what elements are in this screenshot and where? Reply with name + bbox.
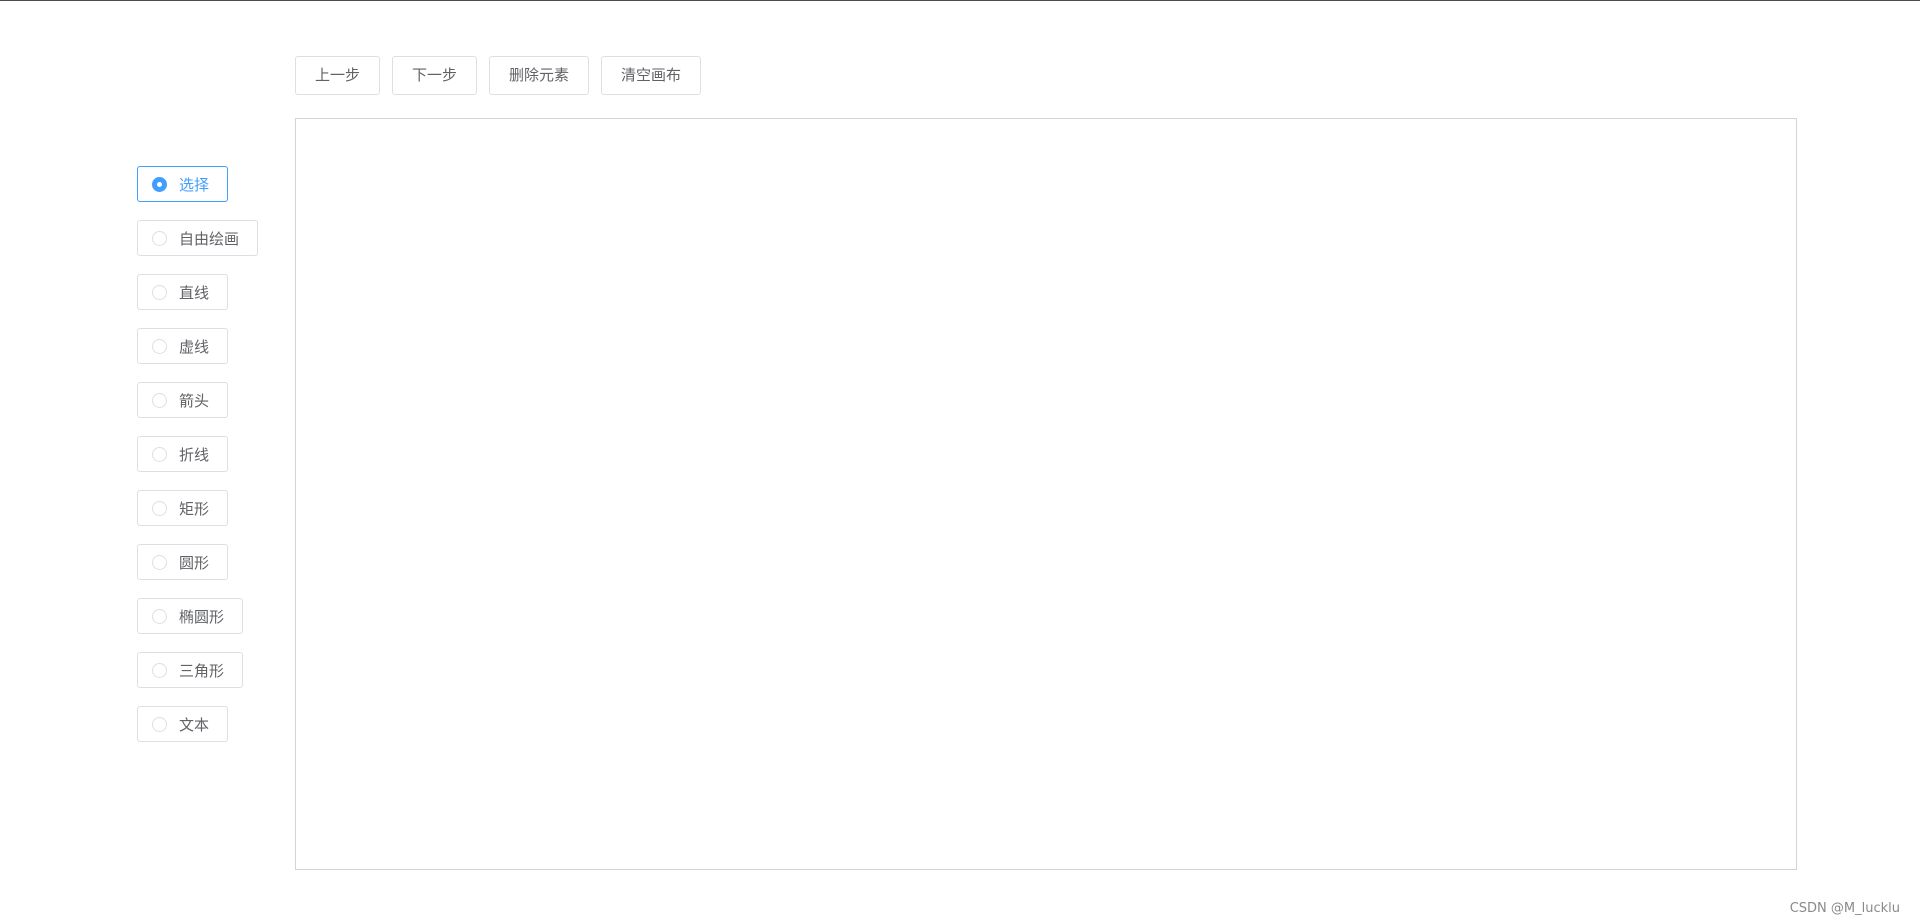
tool-circle-radio[interactable]: 圆形 xyxy=(137,544,229,580)
radio-label: 矩形 xyxy=(179,499,210,518)
radio-label: 选择 xyxy=(179,175,210,194)
toolbar: 上一步 下一步 删除元素 清空画布 xyxy=(295,56,702,95)
drawing-canvas[interactable] xyxy=(295,118,1797,870)
tool-freehand-radio[interactable]: 自由绘画 xyxy=(137,220,259,256)
tool-arrow-radio[interactable]: 箭头 xyxy=(137,382,229,418)
tool-select-radio[interactable]: 选择 xyxy=(137,166,229,202)
top-border-line xyxy=(0,0,1920,1)
tool-triangle-radio[interactable]: 三角形 xyxy=(137,652,244,688)
radio-unchecked-icon xyxy=(152,338,167,354)
radio-unchecked-icon xyxy=(152,716,167,732)
radio-unchecked-icon xyxy=(152,446,167,462)
radio-checked-icon xyxy=(152,176,167,192)
radio-label: 箭头 xyxy=(179,391,210,410)
radio-label: 直线 xyxy=(179,283,210,302)
radio-label: 折线 xyxy=(179,445,210,464)
radio-label: 虚线 xyxy=(179,337,210,356)
tool-polyline-radio[interactable]: 折线 xyxy=(137,436,229,472)
clear-canvas-button[interactable]: 清空画布 xyxy=(601,56,702,95)
tool-radio-group: 选择 自由绘画 直线 虚线 箭头 折线 矩形 圆形 椭圆形 三角形 文本 xyxy=(137,166,259,742)
radio-unchecked-icon xyxy=(152,608,167,624)
radio-label: 椭圆形 xyxy=(179,607,225,626)
radio-label: 圆形 xyxy=(179,553,210,572)
radio-unchecked-icon xyxy=(152,500,167,516)
watermark: CSDN @M_lucklu xyxy=(1789,901,1900,916)
tool-line-radio[interactable]: 直线 xyxy=(137,274,229,310)
radio-label: 自由绘画 xyxy=(179,229,240,248)
radio-unchecked-icon xyxy=(152,284,167,300)
radio-unchecked-icon xyxy=(152,554,167,570)
radio-unchecked-icon xyxy=(152,230,167,246)
radio-label: 文本 xyxy=(179,715,210,734)
tool-rectangle-radio[interactable]: 矩形 xyxy=(137,490,229,526)
radio-label: 三角形 xyxy=(179,661,225,680)
radio-unchecked-icon xyxy=(152,392,167,408)
undo-button[interactable]: 上一步 xyxy=(295,56,381,95)
delete-element-button[interactable]: 删除元素 xyxy=(489,56,590,95)
redo-button[interactable]: 下一步 xyxy=(392,56,478,95)
tool-ellipse-radio[interactable]: 椭圆形 xyxy=(137,598,244,634)
radio-unchecked-icon xyxy=(152,662,167,678)
tool-text-radio[interactable]: 文本 xyxy=(137,706,229,742)
tool-dashed-line-radio[interactable]: 虚线 xyxy=(137,328,229,364)
